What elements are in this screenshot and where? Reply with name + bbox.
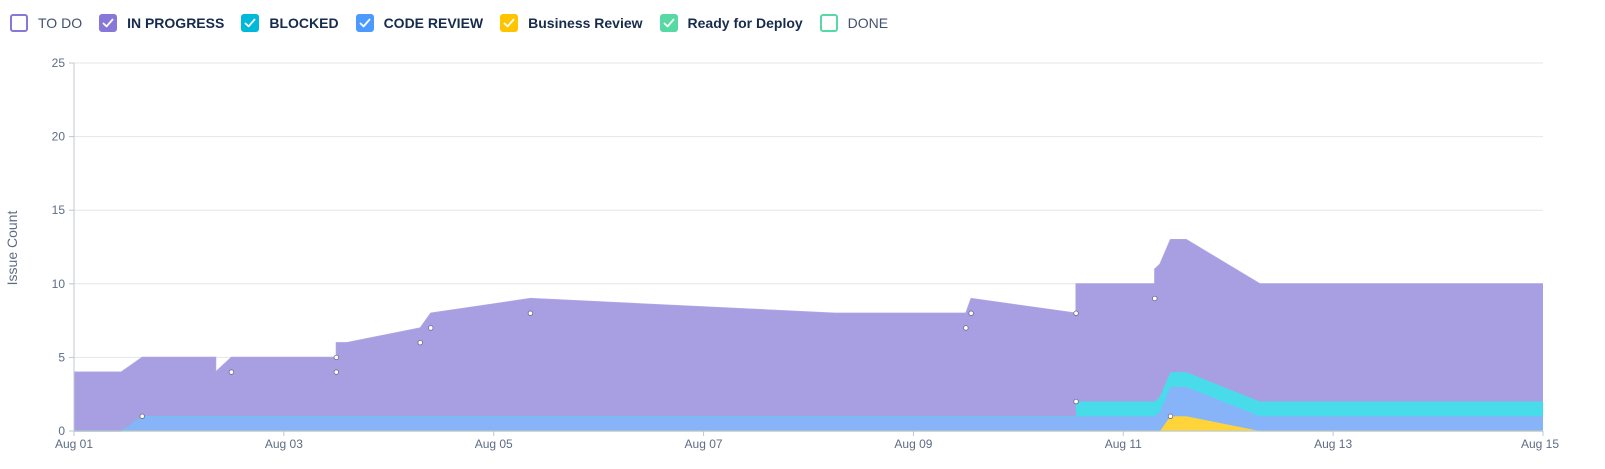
y-tick-label: 25 — [52, 56, 66, 70]
data-point — [1073, 398, 1079, 405]
legend-item-blocked[interactable]: BLOCKED — [241, 14, 339, 32]
x-tick-label: Aug 15 — [1521, 437, 1559, 451]
checkbox-icon[interactable] — [819, 14, 838, 32]
legend-item-code-review[interactable]: CODE REVIEW — [355, 14, 484, 32]
checkbox-icon[interactable] — [99, 14, 118, 32]
y-tick-label: 0 — [58, 424, 65, 438]
legend-label: Business Review — [528, 15, 643, 31]
checkbox-icon[interactable] — [355, 14, 374, 32]
x-tick-label: Aug 03 — [265, 437, 303, 451]
data-point — [228, 369, 235, 375]
y-axis-label: Issue Count — [4, 211, 20, 286]
y-tick-label: 5 — [58, 350, 65, 364]
x-tick-label: Aug 05 — [475, 437, 513, 451]
data-point — [333, 369, 340, 375]
issue-count-chart: 0 5 10 15 20 25 Aug 01 Aug 03 Aug 05 Aug 07 Aug 09… — [4, 56, 1559, 451]
x-tick-label: Aug 01 — [55, 437, 93, 451]
y-tick-label: 20 — [52, 130, 66, 144]
legend: TO DO IN PROGRESS BLOCKED CODE REVIEW Bu… — [10, 11, 905, 35]
legend-item-to-do[interactable]: TO DO — [10, 14, 82, 32]
checkbox-icon[interactable] — [500, 14, 519, 32]
legend-item-done[interactable]: DONE — [819, 14, 889, 32]
checkbox-icon[interactable] — [241, 14, 260, 32]
data-point — [1152, 295, 1158, 302]
checkbox-icon[interactable] — [10, 14, 28, 32]
data-point — [527, 310, 534, 316]
data-point — [963, 325, 969, 331]
legend-label: CODE REVIEW — [383, 15, 484, 31]
legend-label: IN PROGRESS — [127, 15, 225, 31]
legend-item-in-progress[interactable]: IN PROGRESS — [99, 14, 224, 32]
y-tick-label: 15 — [52, 203, 66, 217]
legend-label: TO DO — [38, 15, 83, 31]
area-series — [74, 239, 1543, 432]
data-point — [417, 339, 423, 346]
legend-item-business-review[interactable]: Business Review — [500, 14, 643, 32]
legend-item-ready-for-deploy[interactable]: Ready for Deploy — [659, 14, 803, 32]
legend-label: Ready for Deploy — [687, 15, 803, 31]
data-point — [139, 413, 145, 419]
x-tick-label: Aug 11 — [1105, 437, 1142, 451]
x-tick-label: Aug 13 — [1314, 437, 1352, 451]
x-tick-label: Aug 09 — [894, 437, 932, 451]
data-point — [333, 354, 340, 361]
y-tick-label: 10 — [52, 277, 66, 291]
legend-label: BLOCKED — [269, 15, 339, 31]
x-tick-label: Aug 07 — [685, 437, 723, 451]
checkbox-icon[interactable] — [659, 14, 678, 32]
data-point — [1167, 413, 1174, 419]
legend-label: DONE — [847, 15, 889, 31]
data-point — [968, 310, 974, 316]
data-point — [1073, 310, 1079, 316]
data-point — [428, 325, 434, 331]
